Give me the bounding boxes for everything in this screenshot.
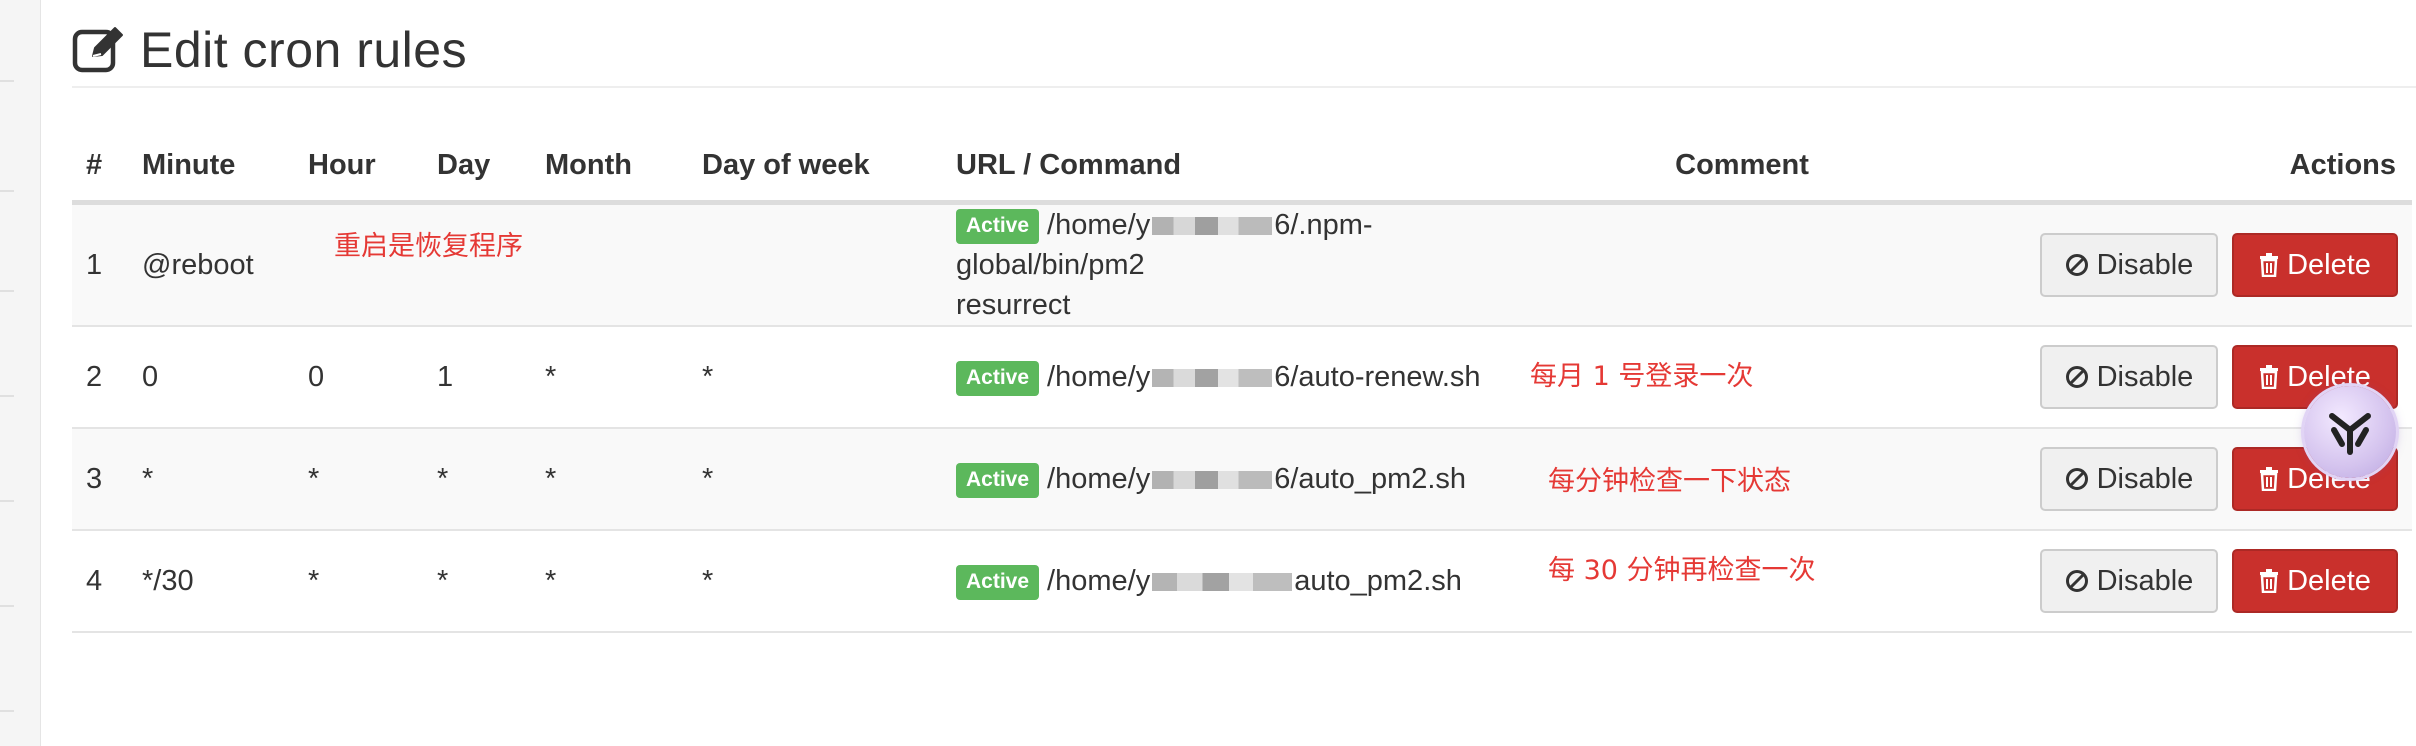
sidebar-divider — [0, 80, 14, 82]
month-cell: * — [531, 326, 688, 429]
day-of-week-cell: * — [688, 530, 942, 633]
redacted-username — [1152, 217, 1273, 236]
delete-button[interactable]: Delete — [2232, 549, 2398, 613]
command-text-start: /home/y — [1047, 463, 1151, 495]
sidebar-divider — [0, 710, 14, 712]
sidebar-divider — [0, 190, 14, 192]
minute-cell: @reboot — [128, 202, 294, 327]
page-header: Edit cron rules — [72, 14, 2416, 88]
column-header-minute: Minute — [128, 130, 294, 205]
month-cell: * — [531, 428, 688, 531]
actions-cell: Disable Delete — [1912, 202, 2412, 327]
cron-rules-table: # Minute Hour Day Month Day of week URL … — [72, 130, 2412, 633]
minute-cell: 0 — [128, 326, 294, 429]
actions-cell: Disable Delete — [1912, 530, 2412, 633]
column-header-day-of-week: Day of week — [688, 130, 942, 205]
column-header-month: Month — [531, 130, 688, 205]
comment-cell — [1572, 202, 1912, 327]
trash-icon — [2260, 253, 2279, 277]
annotation-row4: 每 30 分钟再检查一次 — [1548, 555, 1816, 586]
hour-cell — [294, 202, 423, 327]
column-header-number: # — [72, 130, 128, 205]
ban-icon — [2065, 366, 2088, 388]
disable-button[interactable]: Disable — [2039, 447, 2218, 511]
table-header-row: # Minute Hour Day Month Day of week URL … — [72, 130, 2412, 205]
delete-button-label: Delete — [2287, 248, 2371, 281]
status-badge: Active — [956, 565, 1040, 600]
status-badge: Active — [956, 361, 1040, 396]
ban-icon — [2065, 254, 2088, 276]
row-number: 2 — [72, 326, 128, 429]
sidebar-edge — [0, 0, 41, 746]
day-cell — [423, 202, 531, 327]
disable-button-label: Disable — [2096, 564, 2194, 597]
hour-cell: 0 — [294, 326, 423, 429]
disable-button[interactable]: Disable — [2039, 233, 2218, 297]
row-number: 1 — [72, 202, 128, 327]
command-cell: Active/home/y 6/auto_pm2.sh — [942, 428, 1572, 531]
month-cell — [531, 202, 688, 327]
command-text-end: auto_pm2.sh — [1294, 565, 1462, 597]
annotation-row1: 重启是恢复程序 — [334, 231, 523, 262]
table-row: 4 */30 * * * * Active/home/y auto_pm2.sh … — [72, 530, 2412, 633]
page-title: Edit cron rules — [140, 22, 468, 78]
day-cell: 1 — [423, 326, 531, 429]
column-header-day: Day — [423, 130, 531, 205]
day-of-week-cell: * — [688, 428, 942, 531]
hour-cell: * — [294, 530, 423, 633]
command-text-end: 6/auto-renew.sh — [1274, 361, 1481, 393]
column-header-actions: Actions — [1912, 130, 2412, 205]
redacted-username — [1152, 471, 1273, 490]
sidebar-divider — [0, 395, 14, 397]
column-header-command: URL / Command — [942, 130, 1572, 205]
hour-cell: * — [294, 428, 423, 531]
delete-button[interactable]: Delete — [2232, 233, 2398, 297]
command-cell: Active/home/y 6/auto-renew.sh — [942, 326, 1572, 429]
sidebar-divider — [0, 290, 14, 292]
trash-icon — [2260, 365, 2279, 389]
command-text-line2: resurrect — [956, 289, 1071, 321]
annotation-row3: 每分钟检查一下状态 — [1548, 466, 1791, 497]
column-header-comment: Comment — [1572, 130, 1912, 205]
command-cell: Active/home/y 6/.npm-global/bin/pm2 resur… — [942, 202, 1572, 327]
disable-button-label: Disable — [2096, 248, 2194, 281]
redacted-username — [1152, 573, 1293, 592]
command-cell: Active/home/y auto_pm2.sh — [942, 530, 1572, 633]
command-text-start: /home/y — [1047, 209, 1151, 241]
status-badge: Active — [956, 463, 1040, 498]
delete-button-label: Delete — [2287, 564, 2371, 597]
disable-button-label: Disable — [2096, 360, 2194, 393]
floating-assistant-icon[interactable] — [2304, 386, 2396, 478]
day-cell: * — [423, 530, 531, 633]
edit-icon — [72, 23, 126, 77]
trash-icon — [2260, 467, 2279, 491]
column-header-hour: Hour — [294, 130, 423, 205]
sidebar-divider — [0, 500, 14, 502]
minute-cell: * — [128, 428, 294, 531]
trash-icon — [2260, 569, 2279, 593]
assistant-logo-icon — [2329, 413, 2371, 455]
table-row: 3 * * * * * Active/home/y 6/auto_pm2.sh D… — [72, 428, 2412, 531]
row-number: 3 — [72, 428, 128, 531]
minute-cell: */30 — [128, 530, 294, 633]
command-text-start: /home/y — [1047, 361, 1151, 393]
command-text-start: /home/y — [1047, 565, 1151, 597]
month-cell: * — [531, 530, 688, 633]
ban-icon — [2065, 468, 2088, 490]
day-of-week-cell: * — [688, 326, 942, 429]
disable-button-label: Disable — [2096, 462, 2194, 495]
row-number: 4 — [72, 530, 128, 633]
command-text-end: 6/auto_pm2.sh — [1274, 463, 1467, 495]
status-badge: Active — [956, 209, 1040, 244]
table-row: 1 @reboot Active/home/y 6/.npm-global/bin… — [72, 202, 2412, 327]
table-row: 2 0 0 1 * * Active/home/y 6/auto-renew.sh… — [72, 326, 2412, 429]
day-of-week-cell — [688, 202, 942, 327]
ban-icon — [2065, 570, 2088, 592]
annotation-row2: 每月 1 号登录一次 — [1530, 361, 1754, 392]
redacted-username — [1152, 369, 1273, 388]
disable-button[interactable]: Disable — [2039, 345, 2218, 409]
sidebar-divider — [0, 605, 14, 607]
day-cell: * — [423, 428, 531, 531]
disable-button[interactable]: Disable — [2039, 549, 2218, 613]
